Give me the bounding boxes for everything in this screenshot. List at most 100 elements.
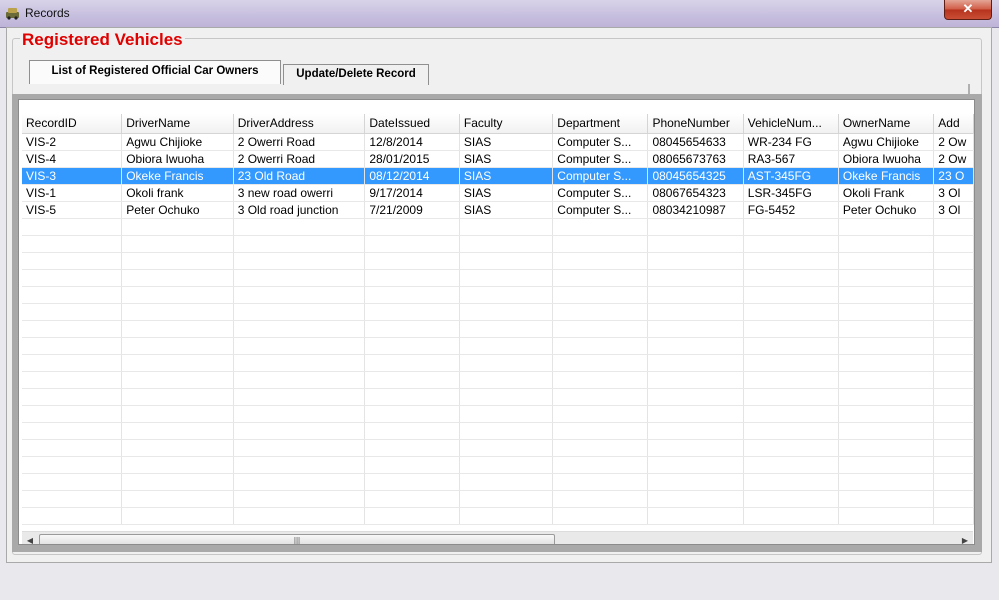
records-app-icon <box>6 8 19 20</box>
column-header[interactable]: VehicleNum... <box>743 114 839 134</box>
table-cell[interactable]: FG-5452 <box>743 201 839 219</box>
empty-cell <box>364 337 460 355</box>
table-cell[interactable]: SIAS <box>459 133 554 151</box>
table-cell[interactable]: 08034210987 <box>647 201 744 219</box>
empty-cell <box>647 473 744 491</box>
table-cell[interactable]: SIAS <box>459 184 554 202</box>
table-cell[interactable]: Obiora Iwuoha <box>121 150 234 168</box>
table-cell[interactable]: VIS-4 <box>22 150 123 168</box>
empty-cell <box>743 354 839 372</box>
table-cell[interactable]: 3 Old road junction <box>233 201 366 219</box>
empty-cell <box>552 235 649 253</box>
table-cell[interactable]: Peter Ochuko <box>838 201 935 219</box>
table-cell[interactable]: 23 O <box>933 167 974 185</box>
empty-cell <box>459 456 554 474</box>
table-cell[interactable]: 7/21/2009 <box>364 201 460 219</box>
empty-cell <box>743 218 839 236</box>
empty-cell <box>22 405 123 423</box>
empty-cell <box>233 456 366 474</box>
table-cell[interactable]: VIS-1 <box>22 184 123 202</box>
empty-cell <box>459 303 554 321</box>
table-cell[interactable]: SIAS <box>459 201 554 219</box>
empty-cell <box>364 235 460 253</box>
column-header[interactable]: Department <box>552 114 649 134</box>
table-cell[interactable]: 08067654323 <box>647 184 744 202</box>
empty-cell <box>933 354 974 372</box>
column-header[interactable]: PhoneNumber <box>647 114 744 134</box>
empty-row <box>22 456 974 474</box>
table-cell[interactable]: 2 Owerri Road <box>233 150 366 168</box>
table-cell[interactable]: SIAS <box>459 150 554 168</box>
table-cell[interactable]: 3 Ol <box>933 184 974 202</box>
table-cell[interactable]: 08/12/2014 <box>364 167 460 185</box>
tab-list-owners[interactable]: List of Registered Official Car Owners <box>29 60 281 84</box>
table-cell[interactable]: AST-345FG <box>743 167 839 185</box>
table-cell[interactable]: Computer S... <box>552 133 649 151</box>
table-cell[interactable]: WR-234 FG <box>743 133 839 151</box>
table-cell[interactable]: Okoli frank <box>121 184 234 202</box>
column-header[interactable]: DriverAddress <box>233 114 366 134</box>
table-cell[interactable]: Computer S... <box>552 167 649 185</box>
empty-cell <box>459 320 554 338</box>
table-cell[interactable]: 08045654633 <box>647 133 744 151</box>
scrollbar-thumb[interactable]: ||| <box>39 534 555 544</box>
table-cell[interactable]: LSR-345FG <box>743 184 839 202</box>
column-header[interactable]: Add <box>933 114 974 134</box>
table-row[interactable]: VIS-4 Obiora Iwuoha 2 Owerri Road 28/01/201… <box>22 150 974 168</box>
table-cell[interactable]: VIS-5 <box>22 201 123 219</box>
empty-cell <box>121 252 234 270</box>
table-cell[interactable]: 2 Ow <box>933 150 974 168</box>
empty-row <box>22 286 974 304</box>
table-cell[interactable]: Agwu Chijioke <box>838 133 935 151</box>
empty-cell <box>233 388 366 406</box>
table-cell[interactable]: Computer S... <box>552 150 649 168</box>
scroll-left-arrow-icon[interactable]: ◀ <box>22 532 38 544</box>
table-cell[interactable]: Agwu Chijioke <box>121 133 234 151</box>
table-row[interactable]: VIS-5 Peter Ochuko 3 Old road junction 7/21… <box>22 201 974 219</box>
column-header[interactable]: RecordID <box>22 114 123 134</box>
table-cell[interactable]: Computer S... <box>552 184 649 202</box>
empty-cell <box>552 269 649 287</box>
scroll-right-arrow-icon[interactable]: ▶ <box>957 532 973 544</box>
table-cell[interactable]: Obiora Iwuoha <box>838 150 935 168</box>
table-cell[interactable]: 9/17/2014 <box>364 184 460 202</box>
table-cell[interactable]: 3 Ol <box>933 201 974 219</box>
empty-cell <box>233 269 366 287</box>
tab-update-delete[interactable]: Update/Delete Record <box>283 64 429 85</box>
empty-cell <box>647 507 744 525</box>
table-cell[interactable]: VIS-3 <box>22 167 123 185</box>
empty-cell <box>933 456 974 474</box>
table-cell[interactable]: 08065673763 <box>647 150 744 168</box>
empty-cell <box>233 473 366 491</box>
table-cell[interactable]: 2 Owerri Road <box>233 133 366 151</box>
table-row[interactable]: VIS-2 Agwu Chijioke 2 Owerri Road 12/8/2014… <box>22 133 974 151</box>
column-header[interactable]: Faculty <box>459 114 554 134</box>
empty-cell <box>22 439 123 457</box>
column-header[interactable]: DriverName <box>121 114 234 134</box>
table-cell[interactable]: 3 new road owerri <box>233 184 366 202</box>
table-cell[interactable]: 28/01/2015 <box>364 150 460 168</box>
table-row[interactable]: VIS-3 Okeke Francis 23 Old Road 08/12/2014 S… <box>22 167 974 185</box>
empty-row <box>22 235 974 253</box>
empty-cell <box>647 269 744 287</box>
table-cell[interactable]: Okeke Francis <box>121 167 234 185</box>
table-cell[interactable]: RA3-567 <box>743 150 839 168</box>
table-cell[interactable]: 2 Ow <box>933 133 974 151</box>
table-cell[interactable]: VIS-2 <box>22 133 123 151</box>
table-cell[interactable]: 12/8/2014 <box>364 133 460 151</box>
table-row[interactable]: VIS-1 Okoli frank 3 new road owerri 9/17/20… <box>22 184 974 202</box>
table-cell[interactable]: Okoli Frank <box>838 184 935 202</box>
table-cell[interactable]: 23 Old Road <box>233 167 366 185</box>
table-cell[interactable]: Computer S... <box>552 201 649 219</box>
table-cell[interactable]: Okeke Francis <box>838 167 935 185</box>
empty-cell <box>459 286 554 304</box>
horizontal-scrollbar[interactable]: ◀ ||| ▶ <box>22 531 973 544</box>
empty-row <box>22 252 974 270</box>
table-cell[interactable]: Peter Ochuko <box>121 201 234 219</box>
empty-cell <box>647 235 744 253</box>
column-header[interactable]: OwnerName <box>838 114 935 134</box>
close-button[interactable]: ✕ <box>944 0 992 20</box>
table-cell[interactable]: 08045654325 <box>647 167 744 185</box>
table-cell[interactable]: SIAS <box>459 167 554 185</box>
column-header[interactable]: DateIssued <box>364 114 460 134</box>
